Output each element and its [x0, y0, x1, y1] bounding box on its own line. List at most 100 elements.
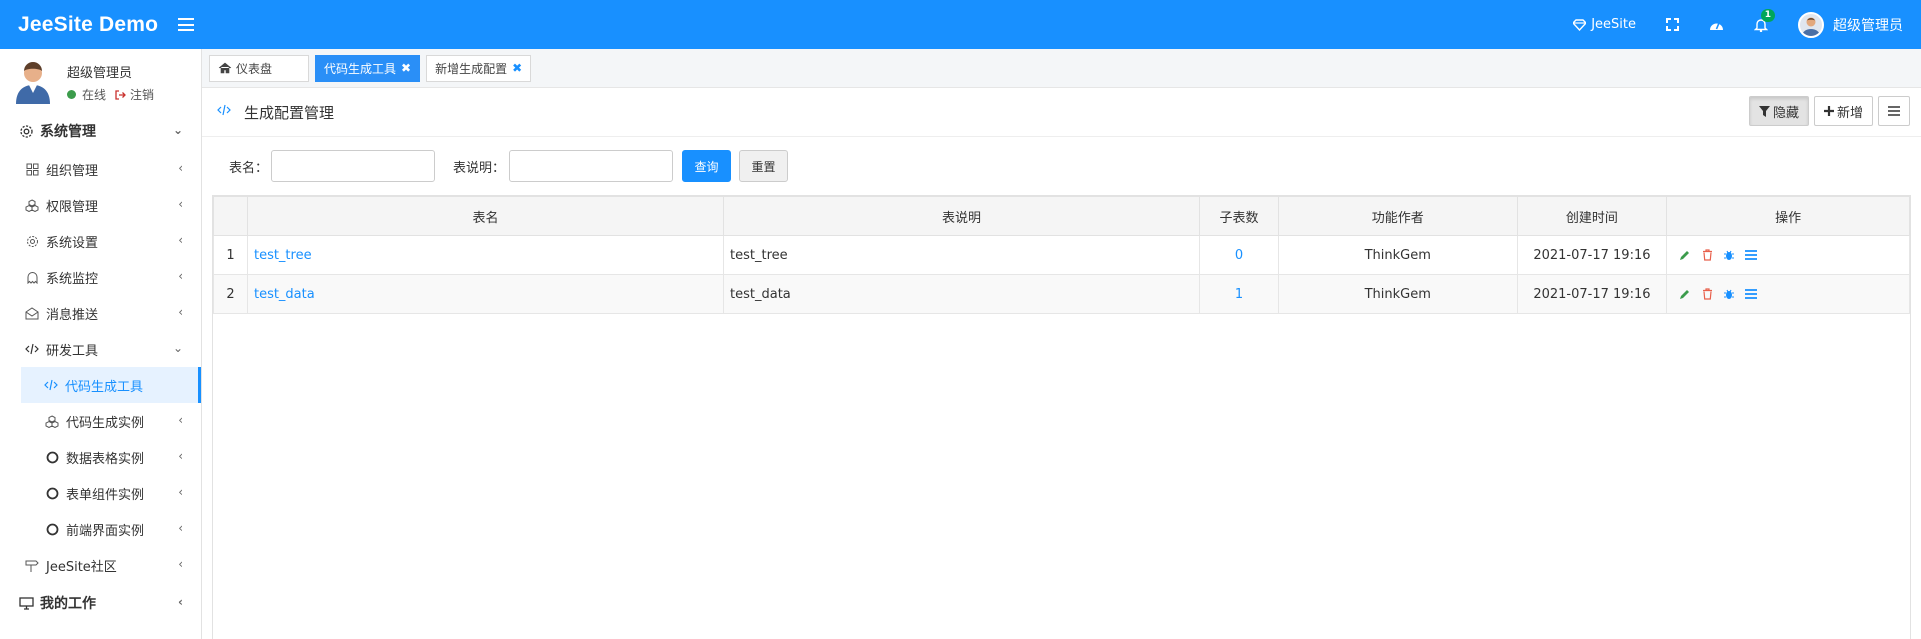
user-menu[interactable]: 超级管理员 [1783, 0, 1921, 49]
chevron-left-icon: ‹ [178, 233, 183, 247]
column-header[interactable]: 创建时间 [1516, 196, 1668, 236]
jeesite-label: JeeSite [1591, 17, 1636, 32]
sidebar-item-codegen-demo[interactable]: 代码生成实例 ‹ [0, 403, 201, 439]
sidebar-item-label: 系统设置 [46, 235, 99, 251]
row-index: 1 [213, 235, 248, 275]
sidebar-item-monitor[interactable]: 系统监控 ‹ [0, 259, 201, 295]
cubes-icon [24, 197, 40, 213]
sidebar-item-frontend-demo[interactable]: 前端界面实例 ‹ [0, 511, 201, 547]
ghost-icon [24, 269, 40, 285]
column-header[interactable]: 子表数 [1199, 196, 1279, 236]
sidebar-item-codegen[interactable]: 代码生成工具 [21, 367, 201, 403]
chevron-left-icon: ‹ [178, 449, 183, 463]
more-menu-button[interactable] [1878, 96, 1910, 126]
reset-button[interactable]: 重置 [739, 150, 788, 182]
tab-new-config[interactable]: 新增生成配置 ✖ [426, 54, 532, 82]
chevron-left-icon: ‹ [178, 197, 183, 211]
sidebar: 超级管理员 在线 注销 系统管理 ⌄ 组织管理 ‹ 权限管理 ‹ 系统设置 ‹ … [0, 49, 202, 639]
bug-icon[interactable] [1721, 247, 1737, 263]
sidebar-item-label: 前端界面实例 [66, 523, 145, 539]
user-status: 在线 注销 [67, 86, 154, 103]
delete-icon[interactable] [1699, 247, 1715, 263]
sidebar-item-form-demo[interactable]: 表单组件实例 ‹ [0, 475, 201, 511]
gear-icon [24, 233, 40, 249]
close-icon[interactable]: ✖ [512, 61, 522, 75]
table-header-row: 表名 表说明 子表数 功能作者 创建时间 操作 [213, 196, 1910, 236]
child-count-link[interactable]: 0 [1235, 248, 1243, 263]
close-icon[interactable]: ✖ [401, 61, 411, 75]
code-icon [43, 377, 59, 393]
author-cell: ThinkGem [1277, 235, 1518, 275]
sidebar-section-system[interactable]: 系统管理 ⌄ [0, 111, 201, 151]
sidebar-item-label: JeeSite社区 [46, 559, 117, 575]
search-form: 表名： 表说明： 查询 重置 [202, 137, 1921, 195]
sidebar-item-label: 组织管理 [46, 163, 99, 179]
jeesite-link[interactable]: JeeSite [1558, 0, 1651, 49]
table-name-link[interactable]: test_tree [254, 248, 312, 263]
table-desc-input[interactable] [509, 150, 673, 182]
table-name-link[interactable]: test_data [254, 287, 315, 302]
edit-icon[interactable] [1677, 247, 1693, 263]
chevron-down-icon: ⌄ [172, 341, 183, 355]
tab-codegen[interactable]: 代码生成工具 ✖ [315, 54, 421, 82]
sidebar-toggle-icon[interactable] [178, 18, 195, 31]
chevron-left-icon: ‹ [178, 595, 183, 609]
list-icon[interactable] [1743, 286, 1759, 302]
plus-icon [1823, 106, 1834, 116]
fullscreen-button[interactable] [1651, 0, 1694, 49]
row-actions [1673, 286, 1903, 302]
sidebar-item-settings[interactable]: 系统设置 ‹ [0, 223, 201, 259]
column-header[interactable]: 功能作者 [1277, 196, 1518, 236]
column-header-index [213, 196, 248, 236]
table-name-input[interactable] [271, 150, 435, 182]
signpost-icon [24, 557, 40, 573]
table-row[interactable]: 2 test_data test_data 1 ThinkGem 2021-07… [213, 274, 1910, 314]
table-desc-cell: test_data [723, 274, 1201, 314]
row-index: 2 [213, 274, 248, 314]
data-table: 表名 表说明 子表数 功能作者 创建时间 操作 1 test_tree test… [212, 195, 1911, 639]
sidebar-item-label: 代码生成工具 [65, 379, 144, 395]
user-name: 超级管理员 [1833, 17, 1903, 34]
fullscreen-icon [1666, 18, 1679, 31]
column-header[interactable]: 表名 [246, 196, 725, 236]
tab-dashboard[interactable]: 仪表盘 [209, 54, 309, 82]
edit-icon[interactable] [1677, 286, 1693, 302]
avatar [1798, 11, 1824, 38]
table-row[interactable]: 1 test_tree test_tree 0 ThinkGem 2021-07… [213, 235, 1910, 275]
list-icon[interactable] [1743, 247, 1759, 263]
sidebar-section-mywork[interactable]: 我的工作 ‹ [0, 583, 201, 623]
child-count-link[interactable]: 1 [1235, 287, 1243, 302]
sidebar-item-devtools[interactable]: 研发工具 ⌄ [0, 331, 201, 367]
sidebar-item-org[interactable]: 组织管理 ‹ [0, 151, 201, 187]
add-button[interactable]: 新增 [1813, 96, 1873, 126]
grid-icon [24, 161, 40, 177]
sidebar-item-datagrid-demo[interactable]: 数据表格实例 ‹ [0, 439, 201, 475]
column-header[interactable]: 表说明 [723, 196, 1201, 236]
query-button[interactable]: 查询 [682, 150, 731, 182]
sidebar-item-label: 研发工具 [46, 343, 99, 359]
dashboard-icon [1710, 22, 1723, 30]
user-avatar [16, 62, 50, 104]
desktop-icon [18, 595, 34, 611]
add-label: 新增 [1836, 105, 1863, 121]
notifications-button[interactable]: 1 [1739, 0, 1783, 49]
sidebar-item-permission[interactable]: 权限管理 ‹ [0, 187, 201, 223]
hide-search-button[interactable]: 隐藏 [1748, 96, 1809, 126]
delete-icon[interactable] [1699, 286, 1715, 302]
app-logo[interactable]: JeeSite Demo [18, 13, 158, 37]
sidebar-item-message[interactable]: 消息推送 ‹ [0, 295, 201, 331]
bug-icon[interactable] [1721, 286, 1737, 302]
row-actions [1673, 247, 1903, 263]
tab-label: 仪表盘 [236, 61, 273, 76]
dashboard-button[interactable] [1694, 0, 1739, 49]
sidebar-item-label: 消息推送 [46, 307, 99, 323]
cubes-icon [44, 413, 60, 429]
circle-icon [44, 521, 60, 537]
sidebar-item-community[interactable]: JeeSite社区 ‹ [0, 547, 201, 583]
table-name-label: 表名： [229, 161, 269, 176]
tab-label: 新增生成配置 [435, 61, 508, 76]
logout-link[interactable]: 注销 [130, 86, 154, 103]
sidebar-user-name: 超级管理员 [67, 66, 133, 81]
sidebar-section-label: 我的工作 [40, 596, 96, 612]
chevron-left-icon: ‹ [178, 269, 183, 283]
